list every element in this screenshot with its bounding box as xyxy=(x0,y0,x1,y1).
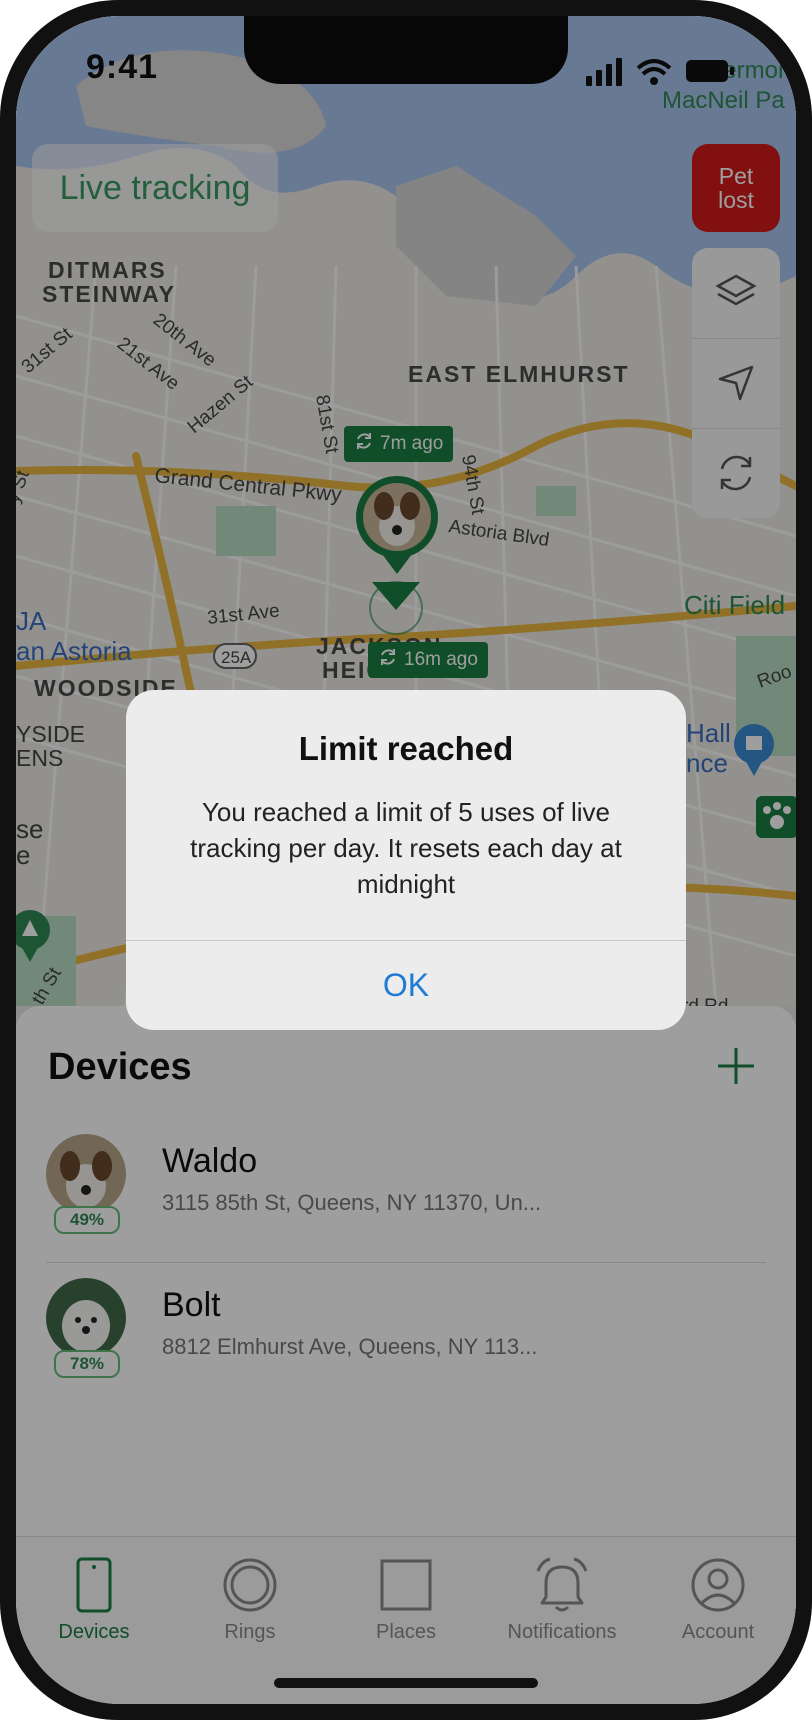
home-indicator[interactable] xyxy=(274,1678,538,1688)
app-screen: DITMARS STEINWAY EAST ELMHURST JACKSON H… xyxy=(16,16,796,1704)
alert-title: Limit reached xyxy=(298,730,514,767)
ok-button[interactable]: OK xyxy=(126,941,686,1030)
phone-frame: DITMARS STEINWAY EAST ELMHURST JACKSON H… xyxy=(0,0,812,1720)
alert-message: You reached a limit of 5 uses of live tr… xyxy=(190,797,622,899)
limit-alert-dialog: Limit reached You reached a limit of 5 u… xyxy=(126,690,686,1030)
